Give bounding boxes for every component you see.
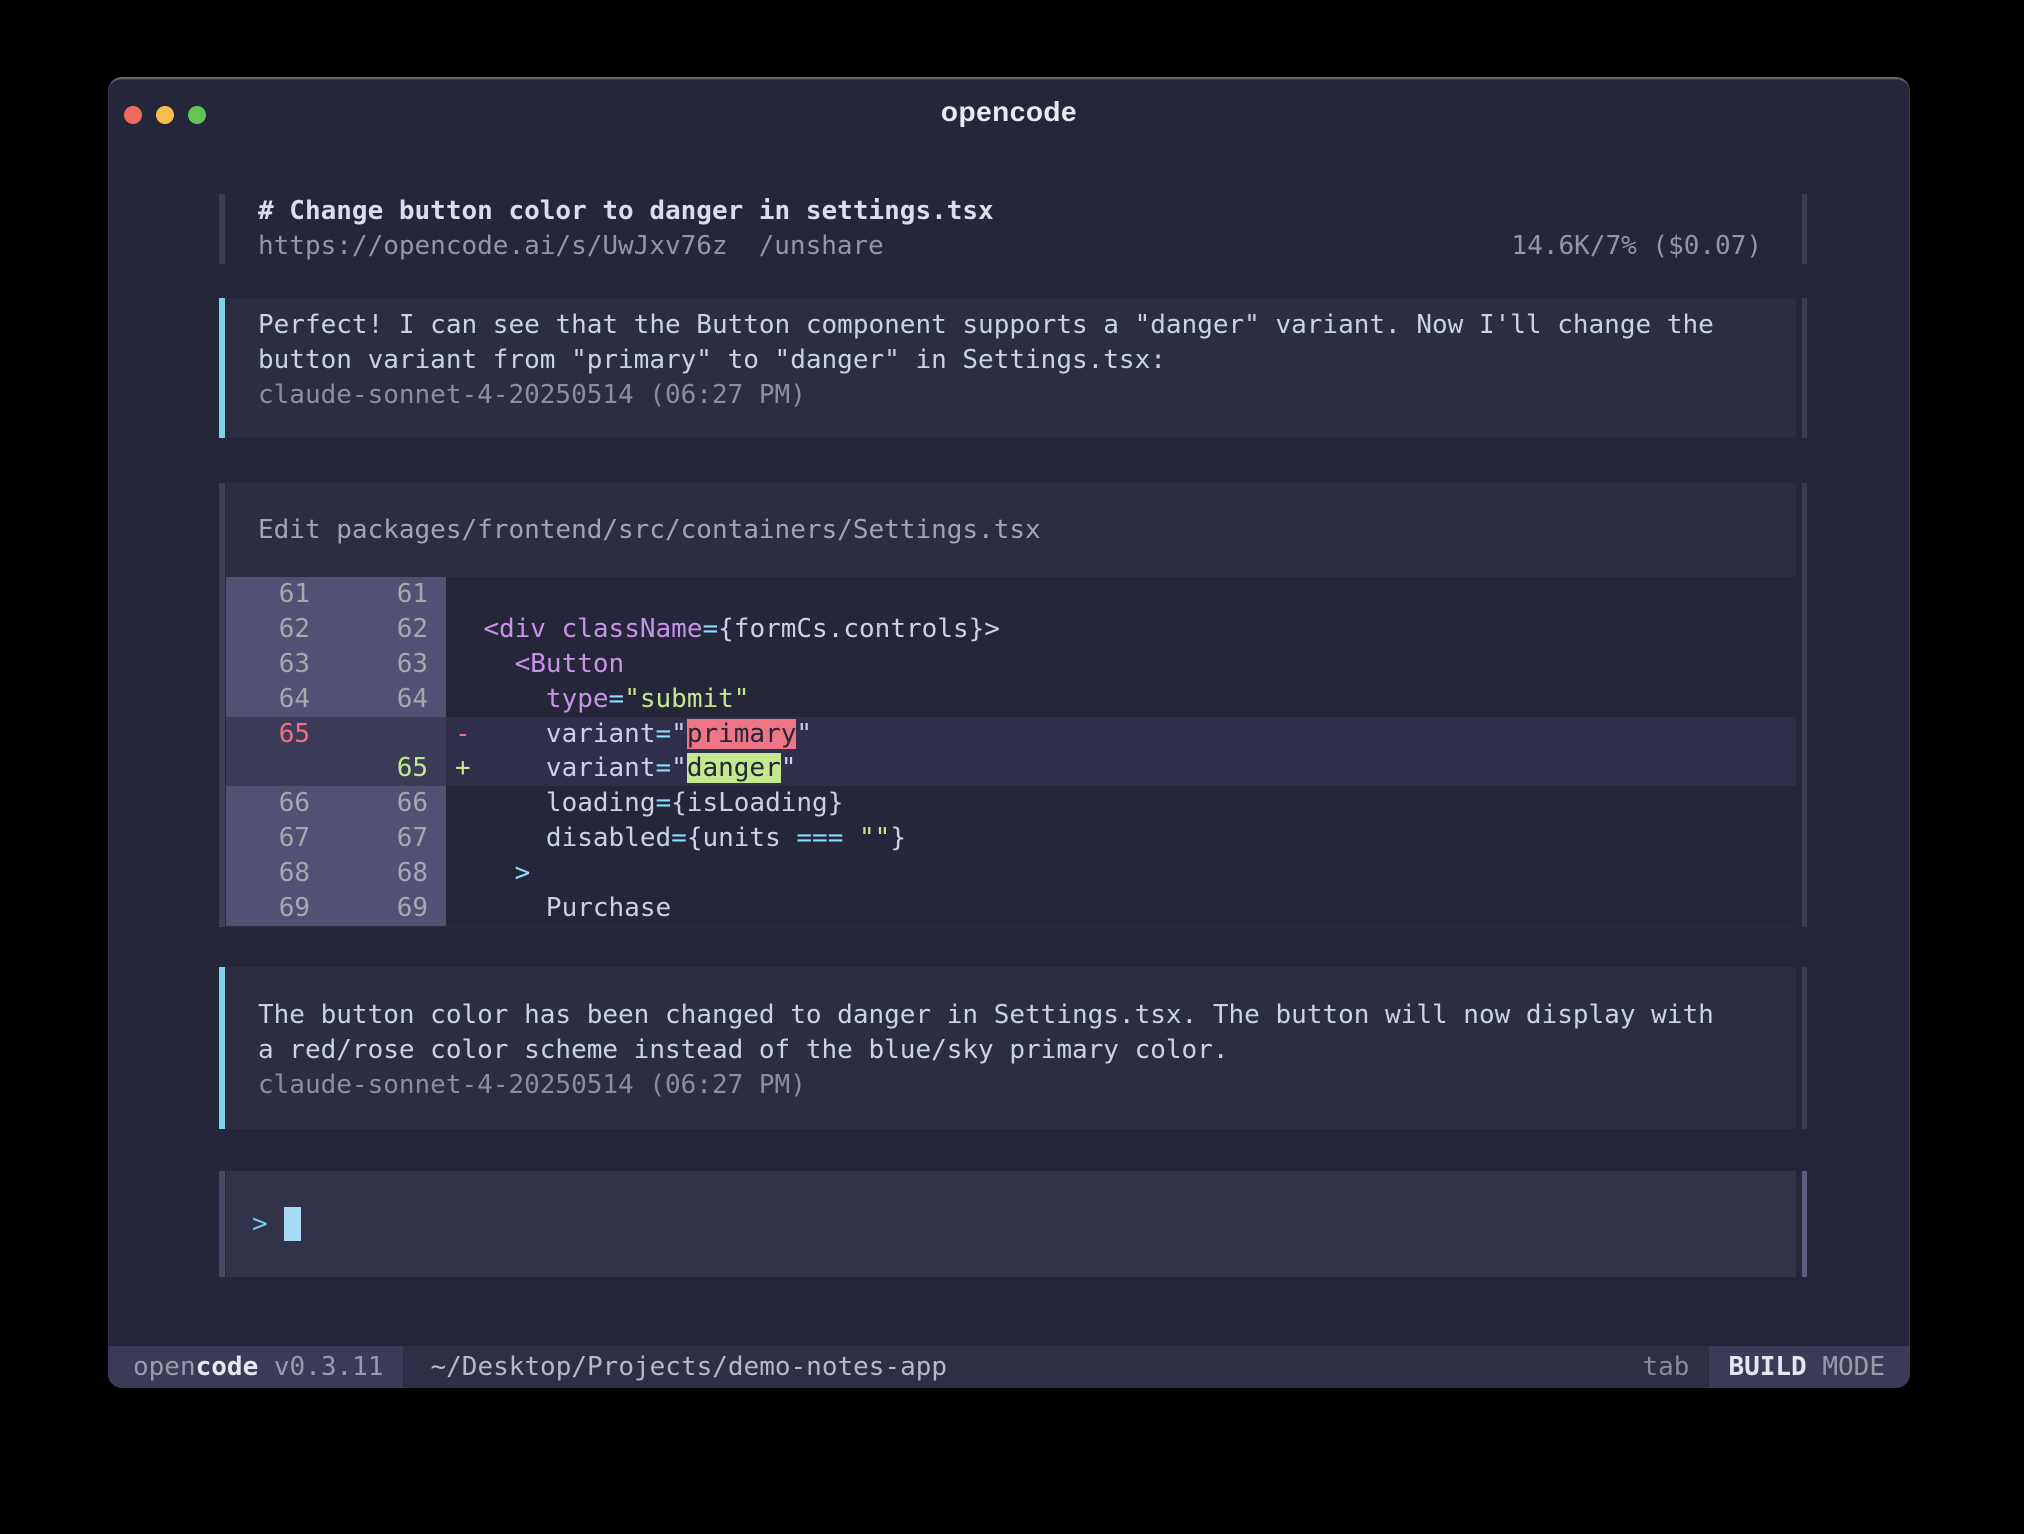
prompt-symbol: > <box>252 1209 268 1239</box>
diff-code-line: type="submit" <box>446 682 1796 717</box>
diff-row: 6767 disabled={units === ""} <box>226 821 1796 856</box>
diff-row: 6464 type="submit" <box>226 682 1796 717</box>
diff-row: 6262 <div className={formCs.controls}> <box>226 612 1796 647</box>
session-title: # Change button color to danger in setti… <box>258 194 1762 229</box>
prompt-input-box[interactable]: > <box>219 1171 1807 1277</box>
diff-old-line-number: 68 <box>226 856 330 891</box>
diff-new-line-number: 61 <box>330 577 446 612</box>
diff-code-line: <Button <box>446 647 1796 682</box>
assistant-message: Perfect! I can see that the Button compo… <box>219 298 1807 438</box>
diff-row: 6161 <box>226 577 1796 612</box>
diff-new-line-number: 62 <box>330 612 446 647</box>
session-header: # Change button color to danger in setti… <box>219 194 1807 264</box>
edit-right-border <box>1802 483 1807 927</box>
text-cursor <box>284 1207 301 1241</box>
token-usage: 14.6K/7% ($0.07) <box>1512 229 1762 264</box>
app-name-code: code <box>196 1352 259 1382</box>
input-left-border <box>219 1171 225 1277</box>
diff-code-line: <div className={formCs.controls}> <box>446 612 1796 647</box>
diff-new-line-number: 67 <box>330 821 446 856</box>
diff-code-line: - variant="primary" <box>446 717 1796 752</box>
message-right-border <box>1802 298 1807 438</box>
diff-code-line: loading={isLoading} <box>446 786 1796 821</box>
app-window: opencode # Change button color to danger… <box>108 77 1910 1388</box>
diff-row: 6868 > <box>226 856 1796 891</box>
message-accent-border <box>219 298 225 438</box>
message-accent-border <box>219 967 225 1129</box>
edit-tool-panel: Edit packages/frontend/src/containers/Se… <box>219 483 1807 927</box>
diff-old-line-number: 69 <box>226 891 330 926</box>
share-url[interactable]: https://opencode.ai/s/UwJxv76z <box>258 229 728 264</box>
diff-code-line: + variant="danger" <box>446 751 1796 786</box>
diff-row: 65+ variant="danger" <box>226 751 1796 786</box>
app-version <box>258 1352 274 1382</box>
message-text: The button color has been changed to dan… <box>258 998 1766 1033</box>
diff-row: 6363 <Button <box>226 647 1796 682</box>
mode-suffix-space <box>1807 1352 1823 1382</box>
diff-new-line-number: 68 <box>330 856 446 891</box>
header-right-border <box>1802 194 1807 264</box>
diff-new-line-number: 69 <box>330 891 446 926</box>
assistant-message: The button color has been changed to dan… <box>219 967 1807 1129</box>
window-title: opencode <box>108 96 1910 128</box>
diff-add-marker: + <box>455 751 471 786</box>
edit-file-path: Edit packages/frontend/src/containers/Se… <box>226 483 1796 577</box>
diff-old-line-number: 63 <box>226 647 330 682</box>
message-text: button variant from "primary" to "danger… <box>258 343 1766 378</box>
diff-old-line-number: 67 <box>226 821 330 856</box>
diff-old-line-number: 64 <box>226 682 330 717</box>
diff-code-line: > <box>446 856 1796 891</box>
edit-left-border <box>219 483 225 927</box>
message-text: Perfect! I can see that the Button compo… <box>258 308 1766 343</box>
diff-row: 6969 Purchase <box>226 891 1796 926</box>
app-version-number: v0.3.11 <box>274 1352 384 1382</box>
mode-chip: BUILD MODE <box>1709 1346 1910 1388</box>
diff-new-line-number <box>330 717 446 752</box>
input-right-border <box>1802 1171 1807 1277</box>
diff-row: 6666 loading={isLoading} <box>226 786 1796 821</box>
app-name-open: open <box>133 1352 196 1382</box>
diff-row: 65 - variant="primary" <box>226 717 1796 752</box>
message-text: a red/rose color scheme instead of the b… <box>258 1033 1766 1068</box>
diff-new-line-number: 64 <box>330 682 446 717</box>
unshare-command: /unshare <box>759 229 884 264</box>
diff-old-line-number: 61 <box>226 577 330 612</box>
diff-old-line-number: 62 <box>226 612 330 647</box>
diff-old-line-number: 65 <box>226 717 330 752</box>
diff-code-line: disabled={units === ""} <box>446 821 1796 856</box>
mode-name: BUILD <box>1728 1352 1806 1382</box>
header-left-border <box>219 194 225 264</box>
diff-new-line-number: 65 <box>330 751 446 786</box>
diff-new-line-number: 63 <box>330 647 446 682</box>
diff-view: 61616262 <div className={formCs.controls… <box>226 577 1796 927</box>
diff-code-line: Purchase <box>446 891 1796 926</box>
diff-old-line-number: 66 <box>226 786 330 821</box>
diff-new-line-number: 66 <box>330 786 446 821</box>
status-bar: opencode v0.3.11 ~/Desktop/Projects/demo… <box>108 1346 1910 1388</box>
tab-key-hint: tab <box>1642 1352 1689 1382</box>
working-directory: ~/Desktop/Projects/demo-notes-app <box>430 1352 947 1382</box>
diff-old-line-number <box>226 751 330 786</box>
app-version-chip: opencode v0.3.11 <box>108 1346 403 1388</box>
message-right-border <box>1802 967 1807 1129</box>
message-meta: claude-sonnet-4-20250514 (06:27 PM) <box>258 1068 1766 1103</box>
diff-delete-marker: - <box>455 717 471 752</box>
mode-suffix: MODE <box>1822 1352 1885 1382</box>
diff-code-line <box>446 577 1796 612</box>
message-meta: claude-sonnet-4-20250514 (06:27 PM) <box>258 378 1766 413</box>
